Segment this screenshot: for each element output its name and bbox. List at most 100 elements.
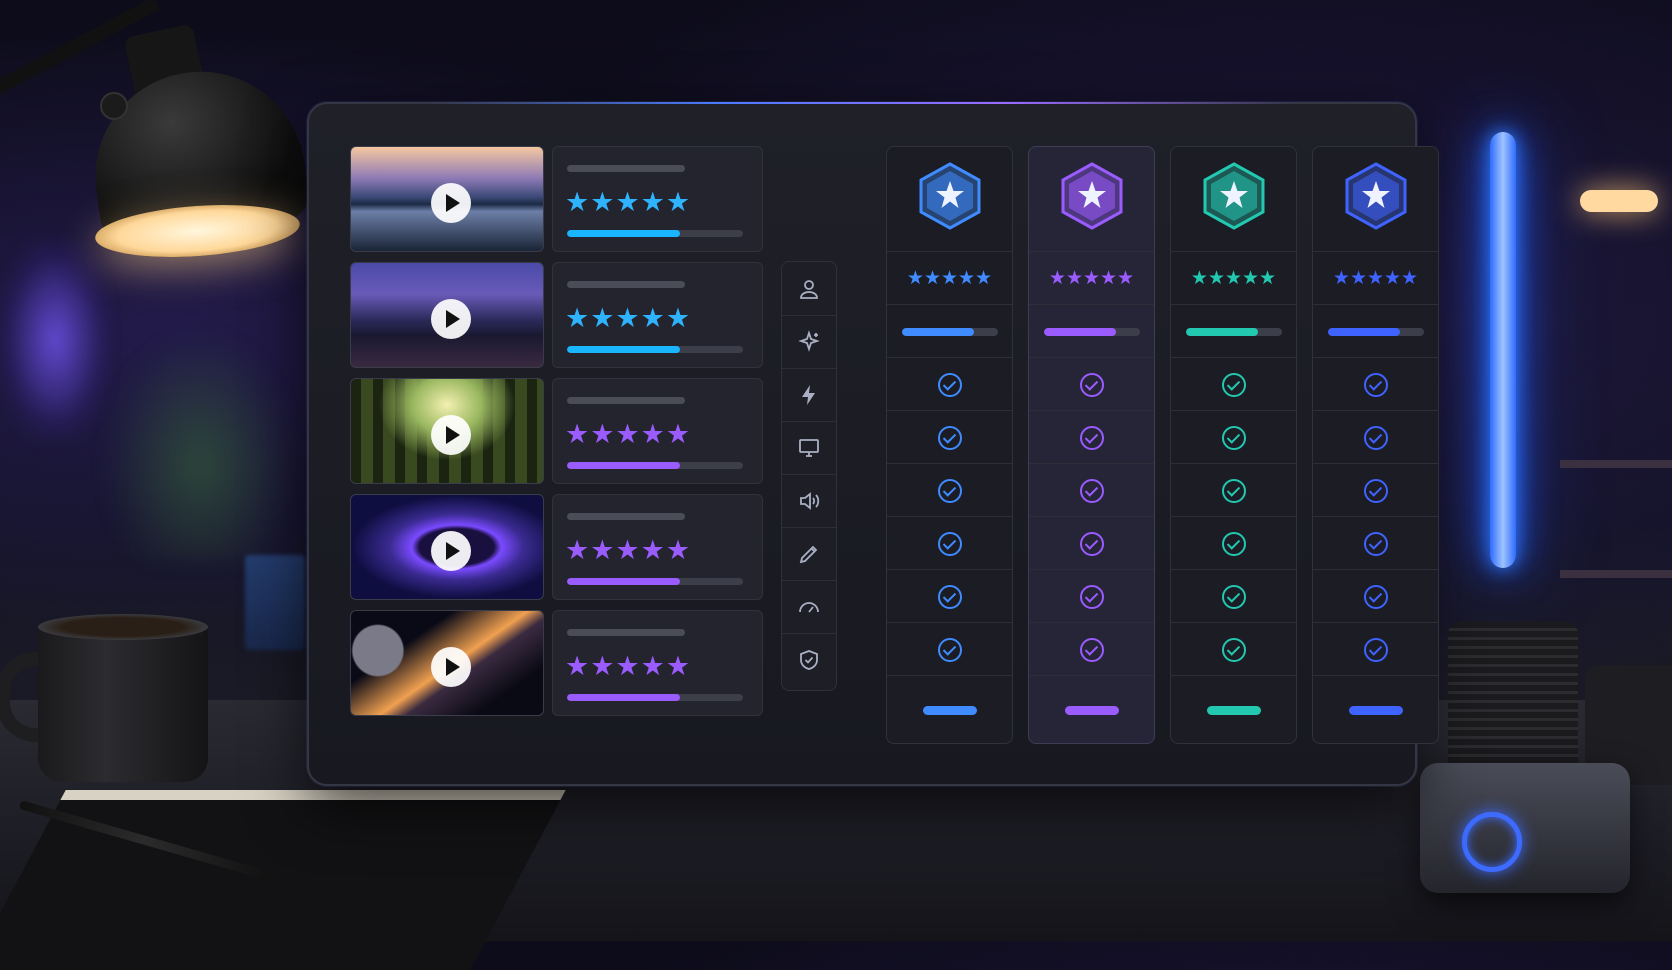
plan-rating-cell: ★★★★★: [1313, 251, 1438, 305]
video-thumbnail[interactable]: [350, 610, 544, 716]
star-rating: ★★★★★: [565, 187, 692, 217]
check-icon: [1363, 425, 1388, 450]
notebook: [0, 790, 566, 970]
shelf: [1560, 460, 1672, 468]
plan-rating-cell: ★★★★★: [1171, 251, 1296, 305]
video-thumbnail[interactable]: [350, 494, 544, 600]
coffee-mug: [38, 622, 208, 782]
progress-bar: [1327, 327, 1424, 336]
video-info-card: ★★★★★: [552, 378, 763, 484]
feature-check-cell: [887, 463, 1012, 517]
star-badge-icon: [1345, 162, 1407, 230]
video-row[interactable]: ★★★★★: [350, 262, 763, 368]
video-thumbnail[interactable]: [350, 378, 544, 484]
title-placeholder: [567, 513, 685, 520]
video-row[interactable]: ★★★★★: [350, 146, 763, 252]
star-rating: ★★★★★: [565, 419, 692, 449]
progress-bar: [567, 578, 743, 585]
video-info-card: ★★★★★: [552, 146, 763, 252]
play-icon[interactable]: [431, 183, 471, 223]
progress-bar: [567, 694, 743, 701]
feature-check-cell: [1029, 357, 1154, 411]
wall-glow: [0, 240, 110, 440]
check-icon: [1221, 637, 1246, 662]
progress-bar: [567, 346, 743, 353]
plan-progress-cell: [1029, 304, 1154, 358]
feature-check-cell: [1029, 569, 1154, 623]
plan-cta-cell[interactable]: [887, 675, 1012, 744]
progress-bar: [1043, 327, 1140, 336]
feature-check-cell: [1029, 410, 1154, 464]
shield-icon: [782, 633, 836, 686]
plan-progress-cell: [887, 304, 1012, 358]
star-rating: ★★★★★: [1190, 268, 1277, 289]
select-plan-button[interactable]: [1206, 705, 1261, 715]
star-rating: ★★★★★: [1332, 268, 1419, 289]
feature-check-cell: [1171, 357, 1296, 411]
plan-cta-cell[interactable]: [1171, 675, 1296, 744]
progress-fill: [1043, 327, 1116, 336]
title-placeholder: [567, 629, 685, 636]
play-icon[interactable]: [431, 415, 471, 455]
star-badge-icon: [919, 162, 981, 230]
star-badge-icon: [1203, 162, 1265, 230]
video-row[interactable]: ★★★★★: [350, 610, 763, 716]
select-plan-button[interactable]: [1064, 705, 1119, 715]
plan-column[interactable]: ★★★★★: [1312, 146, 1439, 744]
title-placeholder: [567, 281, 685, 288]
monitor-icon: [782, 421, 836, 475]
check-icon: [1363, 637, 1388, 662]
feature-check-cell: [887, 410, 1012, 464]
pen-icon: [782, 527, 836, 581]
video-row[interactable]: ★★★★★: [350, 378, 763, 484]
select-plan-button[interactable]: [1348, 705, 1403, 715]
feature-check-cell: [1313, 622, 1438, 676]
video-info-card: ★★★★★: [552, 610, 763, 716]
progress-fill: [567, 578, 680, 585]
check-icon: [1363, 531, 1388, 556]
check-icon: [1363, 584, 1388, 609]
check-icon: [937, 372, 962, 397]
check-icon: [1079, 637, 1104, 662]
play-icon[interactable]: [431, 531, 471, 571]
feature-check-cell: [1171, 463, 1296, 517]
video-thumbnail[interactable]: [350, 262, 544, 368]
play-icon[interactable]: [431, 647, 471, 687]
feature-check-cell: [1171, 622, 1296, 676]
play-icon[interactable]: [431, 299, 471, 339]
speaker-icon: [782, 474, 836, 528]
feature-check-cell: [887, 622, 1012, 676]
feature-check-cell: [1313, 463, 1438, 517]
plan-cta-cell[interactable]: [1313, 675, 1438, 744]
check-icon: [937, 425, 962, 450]
plan-column[interactable]: ★★★★★: [886, 146, 1013, 744]
feature-check-cell: [1029, 516, 1154, 570]
neon-light-bar: [1490, 132, 1516, 568]
lightning-icon: [782, 368, 836, 422]
check-icon: [937, 637, 962, 662]
title-placeholder: [567, 397, 685, 404]
progress-fill: [567, 462, 680, 469]
star-rating: ★★★★★: [906, 268, 993, 289]
plan-column[interactable]: ★★★★★: [1028, 146, 1155, 744]
lamp-joint: [100, 92, 128, 120]
feature-check-cell: [887, 516, 1012, 570]
check-icon: [1079, 478, 1104, 503]
speedometer-icon: [782, 580, 836, 634]
video-thumbnail[interactable]: [350, 146, 544, 252]
check-icon: [1221, 584, 1246, 609]
plan-column[interactable]: ★★★★★: [1170, 146, 1297, 744]
plan-cta-cell[interactable]: [1029, 675, 1154, 744]
check-icon: [937, 531, 962, 556]
progress-bar: [901, 327, 998, 336]
video-row[interactable]: ★★★★★: [350, 494, 763, 600]
progress-fill: [1327, 327, 1400, 336]
star-rating: ★★★★★: [1048, 268, 1135, 289]
check-icon: [1079, 425, 1104, 450]
select-plan-button[interactable]: [922, 705, 977, 715]
feature-check-cell: [1171, 569, 1296, 623]
feature-check-cell: [1313, 410, 1438, 464]
video-info-card: ★★★★★: [552, 262, 763, 368]
mug-rim: [38, 614, 208, 640]
progress-bar: [567, 230, 743, 237]
